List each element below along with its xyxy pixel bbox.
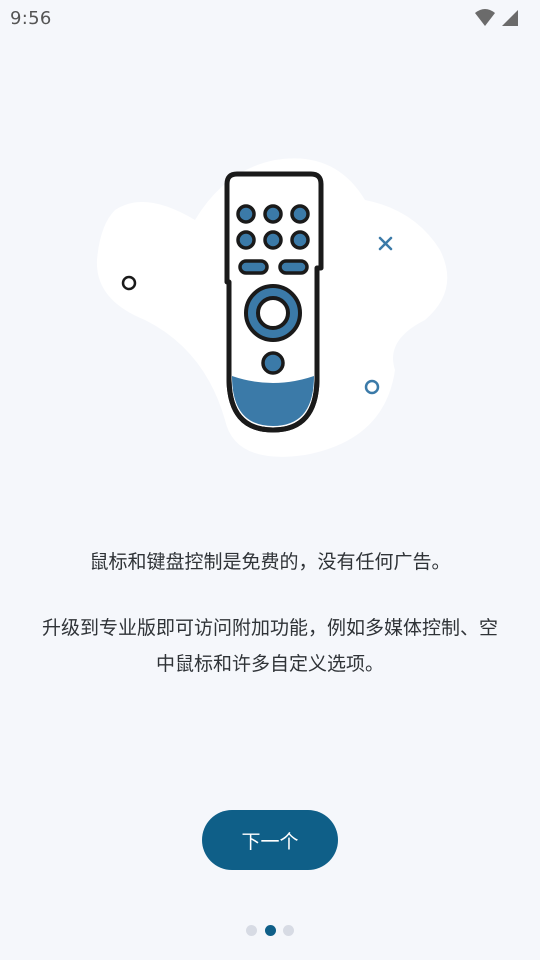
page-indicator [246,924,294,936]
status-bar: 9:56 [0,0,540,36]
pro-upgrade-text: 升级到专业版即可访问附加功能，例如多媒体控制、空中鼠标和许多自定义选项。 [41,617,498,675]
dpad-center [256,296,290,330]
free-features-text: 鼠标和键盘控制是免费的，没有任何广告。 [89,551,451,573]
page-dot-3[interactable] [283,924,294,936]
wifi-icon [475,9,495,26]
remote-control-illustration [96,158,448,457]
remote-small-button [261,351,285,375]
status-time: 9:56 [10,8,52,29]
status-icons [475,9,518,26]
page-dot-2-active[interactable] [264,924,276,936]
next-button[interactable]: 下一个 [202,810,338,870]
cellular-signal-icon [502,10,518,26]
page-dot-1[interactable] [246,924,257,936]
